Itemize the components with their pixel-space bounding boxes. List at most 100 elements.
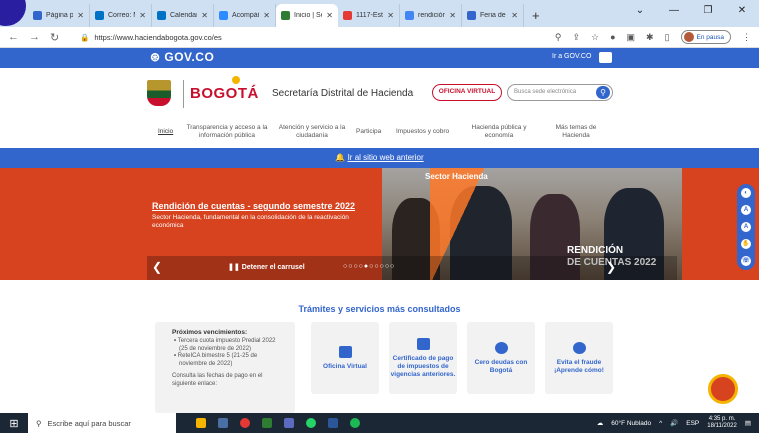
- search-icon: ⚲: [36, 418, 42, 428]
- list-item: ReteICA bimestre 5 (21-25 de noviembre d…: [172, 353, 283, 368]
- browser-tab[interactable]: Feria de serv✕: [462, 4, 524, 27]
- service-card-cero-deudas[interactable]: Cero deudas con Bogotá: [467, 322, 535, 394]
- carousel-next-icon[interactable]: ❯: [606, 260, 616, 274]
- puzzle-icon[interactable]: ✱: [646, 32, 654, 43]
- carousel-stop-button[interactable]: ❚❚ Detener el carrusel: [228, 263, 305, 271]
- font-increase-icon[interactable]: A: [741, 221, 751, 232]
- volume-icon[interactable]: 🔊: [670, 419, 678, 427]
- browser-tab[interactable]: Calendario: I✕: [152, 4, 214, 27]
- share-icon[interactable]: ⇪: [572, 32, 580, 43]
- menu-item-atencion[interactable]: Atención y servicio a la ciudadanía: [276, 124, 348, 140]
- divider: [183, 80, 184, 108]
- browser-tab[interactable]: Página princ✕: [28, 4, 90, 27]
- taskbar: ⊞ ⚲ Escribe aquí para buscar ☁ 60°F Nubla…: [0, 413, 759, 433]
- browser-tab[interactable]: Acompáñeno✕: [214, 4, 276, 27]
- browser-tab[interactable]: Correo: Mari✕: [90, 4, 152, 27]
- whatsapp-icon[interactable]: [306, 418, 316, 428]
- search-icon[interactable]: ⚲: [596, 86, 610, 99]
- zoom-icon[interactable]: ⚲: [555, 32, 562, 43]
- app-icon[interactable]: [262, 418, 272, 428]
- browser-tab[interactable]: rendición de✕: [400, 4, 462, 27]
- section-heading: Trámites y servicios más consultados: [298, 304, 461, 314]
- menu-item-impuestos[interactable]: Impuestos y cobro: [396, 128, 449, 136]
- hero-sector: Sector Hacienda: [425, 172, 488, 181]
- close-icon[interactable]: ✕: [511, 11, 518, 20]
- notifications-icon[interactable]: ▤: [745, 419, 751, 427]
- document-icon: [416, 337, 430, 350]
- service-card-fraude[interactable]: Evita el fraude ¡Aprende cómo!: [545, 322, 613, 394]
- new-tab-button[interactable]: +: [524, 4, 548, 27]
- close-icon[interactable]: ✕: [326, 11, 333, 20]
- close-icon[interactable]: ✕: [387, 11, 394, 20]
- menu-item-mas-temas[interactable]: Más temas de Hacienda: [542, 124, 610, 140]
- maximize-button[interactable]: ❐: [691, 0, 725, 22]
- service-card-certificado[interactable]: Certificado de pago de impuestos de vige…: [389, 322, 457, 394]
- avatar: [683, 32, 694, 42]
- minimize-button[interactable]: —: [657, 0, 691, 22]
- sun-icon: [232, 76, 240, 84]
- relevo-icon[interactable]: ☏: [741, 256, 751, 267]
- word-icon[interactable]: [328, 418, 338, 428]
- clock[interactable]: 4:35 p. m. 18/11/2022: [707, 416, 737, 430]
- hero-title-link[interactable]: Rendición de cuentas - segundo semestre …: [152, 201, 355, 211]
- govco-logo[interactable]: ⊛ GOV.CO: [150, 50, 214, 64]
- system-tray: ☁ 60°F Nublado ^ 🔊 ESP 4:35 p. m. 18/11/2…: [597, 416, 759, 430]
- teams-icon[interactable]: [284, 418, 294, 428]
- previous-site-link[interactable]: Ir al sitio web anterior: [348, 153, 424, 162]
- profile-button[interactable]: En pausa: [680, 30, 731, 44]
- more-icon[interactable]: ⋮: [742, 32, 751, 43]
- chrome-icon[interactable]: [240, 418, 250, 428]
- url-field[interactable]: 🔒 https://www.haciendabogota.gov.co/es: [80, 33, 555, 42]
- browser-tab[interactable]: 1117-Estrato✕: [338, 4, 400, 27]
- help-chat-icon[interactable]: [708, 374, 738, 404]
- browser-tab-active[interactable]: Inicio | Secr✕: [276, 4, 338, 27]
- contrast-icon[interactable]: ◐: [741, 187, 751, 198]
- menu-item-transparencia[interactable]: Transparencia y acceso a la información …: [186, 124, 268, 140]
- weather-text[interactable]: 60°F Nublado: [611, 420, 651, 427]
- menu-item-participa[interactable]: Participa: [356, 128, 381, 136]
- back-icon[interactable]: ←: [8, 31, 19, 44]
- service-card-oficina-virtual[interactable]: Oficina Virtual: [311, 322, 379, 394]
- close-icon[interactable]: ✕: [139, 11, 146, 20]
- tab-favicon-icon: [405, 11, 414, 20]
- windows-start-icon[interactable]: ⊞: [0, 417, 28, 430]
- bogota-logo[interactable]: BOGOTÁ: [190, 85, 259, 102]
- carousel-dots[interactable]: ○○○○●○○○○○: [343, 263, 395, 270]
- close-window-button[interactable]: ✕: [725, 0, 759, 22]
- close-icon[interactable]: ✕: [449, 11, 456, 20]
- app-icon[interactable]: [196, 418, 206, 428]
- extension-icon[interactable]: ●: [610, 32, 615, 42]
- carousel-prev-icon[interactable]: ❮: [152, 260, 162, 274]
- sidebar-icon[interactable]: ▯: [665, 32, 670, 43]
- window-corner-badge: [0, 0, 26, 26]
- taskbar-search-input[interactable]: ⚲ Escribe aquí para buscar: [28, 413, 176, 433]
- tab-favicon-icon: [157, 11, 166, 20]
- reading-list-icon[interactable]: ▣: [627, 32, 636, 43]
- govco-toggle-icon[interactable]: [599, 52, 612, 63]
- language-indicator[interactable]: ESP: [686, 420, 699, 427]
- money-icon: [494, 341, 508, 354]
- sign-language-icon[interactable]: ✋: [741, 239, 751, 250]
- close-icon[interactable]: ✕: [201, 11, 208, 20]
- close-icon[interactable]: ✕: [263, 11, 270, 20]
- search-input[interactable]: Busca sede electrónica ⚲: [507, 84, 613, 101]
- spotify-icon[interactable]: [350, 418, 360, 428]
- monitor-icon: [338, 345, 352, 358]
- tab-favicon-icon: [95, 11, 104, 20]
- star-icon[interactable]: ☆: [591, 32, 599, 43]
- govco-link[interactable]: Ir a GOV.CO: [552, 53, 591, 60]
- close-icon[interactable]: ✕: [77, 11, 84, 20]
- tab-favicon-icon: [219, 11, 228, 20]
- chevron-down-icon[interactable]: ⌄: [623, 0, 657, 22]
- menu-item-inicio[interactable]: Inicio: [158, 128, 173, 136]
- forward-icon[interactable]: →: [29, 31, 40, 44]
- tab-favicon-icon: [281, 11, 290, 20]
- app-icon[interactable]: [218, 418, 228, 428]
- site-header: BOGOTÁ Secretaría Distrital de Hacienda …: [0, 68, 759, 118]
- virtual-office-button[interactable]: OFICINA VIRTUAL: [432, 84, 502, 101]
- bell-icon: 🔔: [335, 153, 346, 162]
- tray-chevron-icon[interactable]: ^: [659, 420, 662, 427]
- menu-item-hacienda-publica[interactable]: Hacienda pública y economía: [464, 124, 534, 140]
- reload-icon[interactable]: ↻: [50, 31, 59, 44]
- font-decrease-icon[interactable]: A: [741, 204, 751, 215]
